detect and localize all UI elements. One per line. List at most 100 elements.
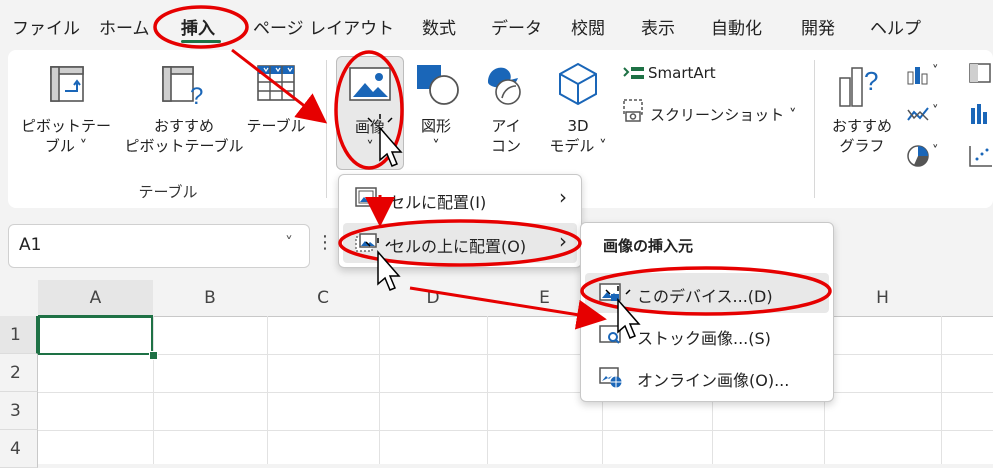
menu-item-this-device[interactable]: このデバイス...(D)	[585, 273, 829, 313]
pivot-table-label-line1: ピボットテー	[20, 117, 111, 135]
tab-file[interactable]: ファイル	[12, 14, 80, 39]
3d-model-button[interactable]: 3D モデル ˅	[540, 116, 616, 156]
recommended-chart-button[interactable]: おすすめ グラフ	[822, 116, 902, 156]
group-separator	[326, 60, 327, 198]
3d-model-label-line2: モデル ˅	[549, 137, 607, 155]
menu-item-label: セルに配置(I)	[389, 193, 487, 212]
tab-help[interactable]: ヘルプ	[870, 14, 921, 39]
icons-button[interactable]: アイ コン	[478, 116, 534, 156]
menu-item-stock-images[interactable]: ストック画像...(S)	[585, 315, 829, 355]
column-header-b[interactable]: B	[153, 280, 268, 317]
tab-review[interactable]: 校閲	[571, 14, 605, 39]
cube-icon[interactable]	[556, 60, 600, 108]
statistic-chart-icon[interactable]	[968, 102, 993, 126]
shapes-icon[interactable]	[414, 62, 462, 108]
chevron-down-icon[interactable]: ˅	[932, 64, 939, 79]
worksheet-grid[interactable]: A B C D E F G H 1 2 3 4	[0, 280, 993, 468]
menu-item-label: オンライン画像(O)...	[637, 371, 790, 390]
ribbon-tab-bar: ファイル ホーム 挿入 ページ レイアウト 数式 データ 校閲 表示 自動化 開…	[0, 0, 993, 48]
tab-formulas[interactable]: 数式	[422, 14, 456, 39]
icons-label-line2: コン	[490, 137, 521, 155]
shapes-label[interactable]: 図形	[406, 116, 466, 136]
tab-insert[interactable]: 挿入	[181, 14, 215, 39]
screenshot-button[interactable]: スクリーンショット ˅	[650, 104, 797, 125]
chevron-down-icon[interactable]: ˅	[406, 136, 466, 156]
column-header-a[interactable]: A	[38, 280, 154, 318]
screenshot-icon[interactable]	[622, 98, 646, 124]
table-button[interactable]: テーブル	[236, 116, 316, 136]
recommended-pivot-button[interactable]: おすすめ ピボットテーブル	[116, 116, 252, 156]
device-picture-icon	[599, 283, 621, 303]
icons-label-line1: アイ	[491, 117, 521, 135]
column-header-h[interactable]: H	[824, 280, 942, 317]
tab-page-layout[interactable]: ページ レイアウト	[253, 14, 394, 39]
menu-item-label: ストック画像...(S)	[637, 329, 771, 348]
active-tab-indicator	[181, 40, 221, 43]
grid-line	[487, 316, 488, 464]
tab-view[interactable]: 表示	[641, 14, 675, 39]
tab-automate[interactable]: 自動化	[711, 14, 762, 39]
row-header-4[interactable]: 4	[0, 430, 38, 468]
menu-item-label: このデバイス...(D)	[637, 287, 773, 306]
recommended-chart-icon[interactable]: ?	[836, 60, 886, 110]
fill-handle[interactable]	[149, 351, 158, 360]
chevron-down-icon: ˅	[366, 138, 374, 156]
name-box[interactable]: A1 ˅	[8, 224, 310, 268]
table-icon[interactable]	[254, 62, 298, 106]
select-all-corner[interactable]	[0, 280, 39, 317]
picture-icon	[347, 65, 393, 105]
submenu-title: 画像の挿入元	[603, 237, 694, 255]
icons-icon[interactable]	[480, 60, 530, 110]
scatter-chart-icon[interactable]	[968, 144, 993, 168]
svg-text:?: ?	[190, 83, 203, 108]
bar-chart-icon[interactable]	[906, 64, 932, 86]
tab-home[interactable]: ホーム	[99, 14, 150, 39]
row-header-3[interactable]: 3	[0, 392, 38, 430]
pie-chart-icon[interactable]	[906, 144, 932, 168]
grid-line	[153, 316, 154, 464]
name-box-value: A1	[19, 235, 42, 255]
column-header-i[interactable]	[941, 280, 993, 317]
menu-item-online-pictures[interactable]: オンライン画像(O)...	[585, 357, 829, 397]
picture-label: 画像	[354, 118, 385, 136]
line-chart-icon[interactable]	[906, 104, 932, 126]
menu-item-place-over-cells[interactable]: セルの上に配置(O) ›	[343, 223, 577, 263]
place-over-cells-icon	[355, 233, 377, 253]
row-header-1[interactable]: 1	[0, 316, 38, 354]
menu-item-place-in-cell[interactable]: セルに配置(I) ›	[339, 175, 581, 221]
hierarchy-chart-icon[interactable]	[968, 62, 993, 84]
smartart-icon[interactable]	[622, 64, 646, 82]
pivot-table-label-line2: ブル ˅	[44, 137, 88, 155]
online-pictures-icon	[599, 367, 623, 389]
column-header-c[interactable]: C	[267, 280, 380, 317]
column-header-d[interactable]: D	[379, 280, 488, 317]
chevron-down-icon[interactable]: ˅	[932, 104, 939, 119]
tab-data[interactable]: データ	[491, 14, 542, 39]
smartart-button[interactable]: SmartArt	[648, 64, 716, 82]
recommended-pivot-label-line2: ピボットテーブル	[124, 137, 244, 155]
grid-line	[38, 430, 993, 431]
row-header-2[interactable]: 2	[0, 354, 38, 392]
grid-line	[38, 354, 993, 355]
pivot-table-button[interactable]: ピボットテー ブル ˅	[18, 116, 114, 156]
chevron-down-icon[interactable]: ˅	[932, 144, 939, 159]
more-options-icon[interactable]: ⋮	[316, 232, 334, 253]
recommended-pivot-label-line1: おすすめ	[153, 117, 214, 135]
recommended-chart-label-line1: おすすめ	[831, 117, 892, 135]
menu-item-label: セルの上に配置(O)	[389, 237, 527, 256]
grid-line	[379, 316, 380, 464]
place-in-cell-icon	[355, 187, 377, 207]
chevron-right-icon: ›	[559, 185, 567, 209]
picture-dropdown-menu: セルに配置(I) › セルの上に配置(O) ›	[338, 174, 582, 268]
tab-developer[interactable]: 開発	[801, 14, 835, 39]
picture-button[interactable]: 画像 ˅	[336, 56, 404, 170]
table-group-label: テーブル	[138, 183, 198, 201]
pivot-table-icon[interactable]	[48, 64, 88, 106]
recommended-pivot-icon[interactable]: ?	[160, 64, 206, 108]
grid-line	[267, 316, 268, 464]
chevron-down-icon[interactable]: ˅	[285, 233, 293, 252]
active-cell-a1[interactable]	[38, 315, 153, 355]
svg-text:?: ?	[864, 66, 878, 96]
recommended-chart-label-line2: グラフ	[839, 137, 885, 155]
grid-line	[941, 316, 942, 464]
